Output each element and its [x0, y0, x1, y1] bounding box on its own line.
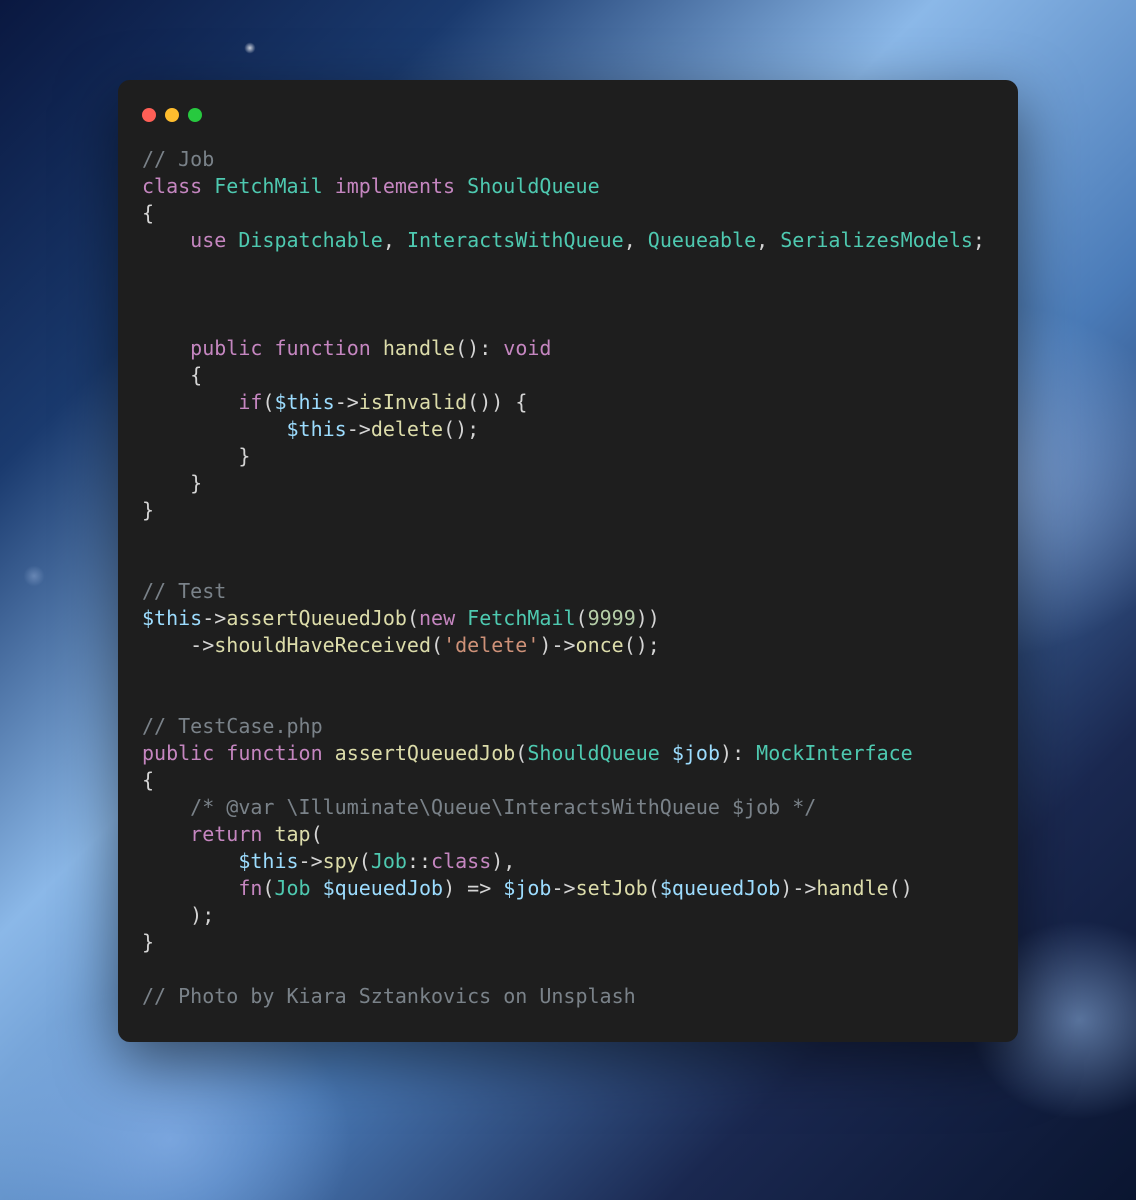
num-9999: 9999: [588, 606, 636, 630]
type-fetchmail: FetchMail: [214, 174, 322, 198]
var-job: $job: [672, 741, 720, 765]
kw-return: return: [190, 822, 262, 846]
fn-shouldhavereceived: shouldHaveReceived: [214, 633, 431, 657]
kw-public: public: [190, 336, 262, 360]
type-interactswithqueue: InteractsWithQueue: [407, 228, 624, 252]
fn-tap: tap: [274, 822, 310, 846]
kw-use: use: [190, 228, 226, 252]
window-titlebar: [142, 108, 994, 122]
type-mockinterface: MockInterface: [756, 741, 913, 765]
kw-function: function: [274, 336, 370, 360]
comment-test: // Test: [142, 579, 226, 603]
fn-setjob: setJob: [576, 876, 648, 900]
fn-handle: handle: [383, 336, 455, 360]
type-queueable: Queueable: [648, 228, 756, 252]
fn-assertqueuedjob: assertQueuedJob: [226, 606, 407, 630]
close-icon[interactable]: [142, 108, 156, 122]
code-block: // Job class FetchMail implements Should…: [142, 146, 994, 1010]
var-this: $this: [274, 390, 334, 414]
comment-job: // Job: [142, 147, 214, 171]
maximize-icon[interactable]: [188, 108, 202, 122]
var-queuedjob: $queuedJob: [323, 876, 443, 900]
kw-new: new: [419, 606, 455, 630]
str-delete: 'delete': [443, 633, 539, 657]
type-job: Job: [371, 849, 407, 873]
type-serializesmodels: SerializesModels: [780, 228, 973, 252]
fn-delete: delete: [371, 417, 443, 441]
fn-isinvalid: isInvalid: [359, 390, 467, 414]
kw-fn: fn: [238, 876, 262, 900]
kw-void: void: [503, 336, 551, 360]
kw-if: if: [238, 390, 262, 414]
fn-once: once: [576, 633, 624, 657]
kw-classconst: class: [431, 849, 491, 873]
type-shouldqueue: ShouldQueue: [467, 174, 599, 198]
comment-docblock: /* @var \Illuminate\Queue\InteractsWithQ…: [190, 795, 816, 819]
brace-open: {: [142, 201, 154, 225]
minimize-icon[interactable]: [165, 108, 179, 122]
comment-photo: // Photo by Kiara Sztankovics on Unsplas…: [142, 984, 636, 1008]
type-dispatchable: Dispatchable: [238, 228, 383, 252]
kw-class: class: [142, 174, 202, 198]
fn-spy: spy: [323, 849, 359, 873]
kw-implements: implements: [335, 174, 455, 198]
code-window: // Job class FetchMail implements Should…: [118, 80, 1018, 1042]
comment-testcase: // TestCase.php: [142, 714, 323, 738]
